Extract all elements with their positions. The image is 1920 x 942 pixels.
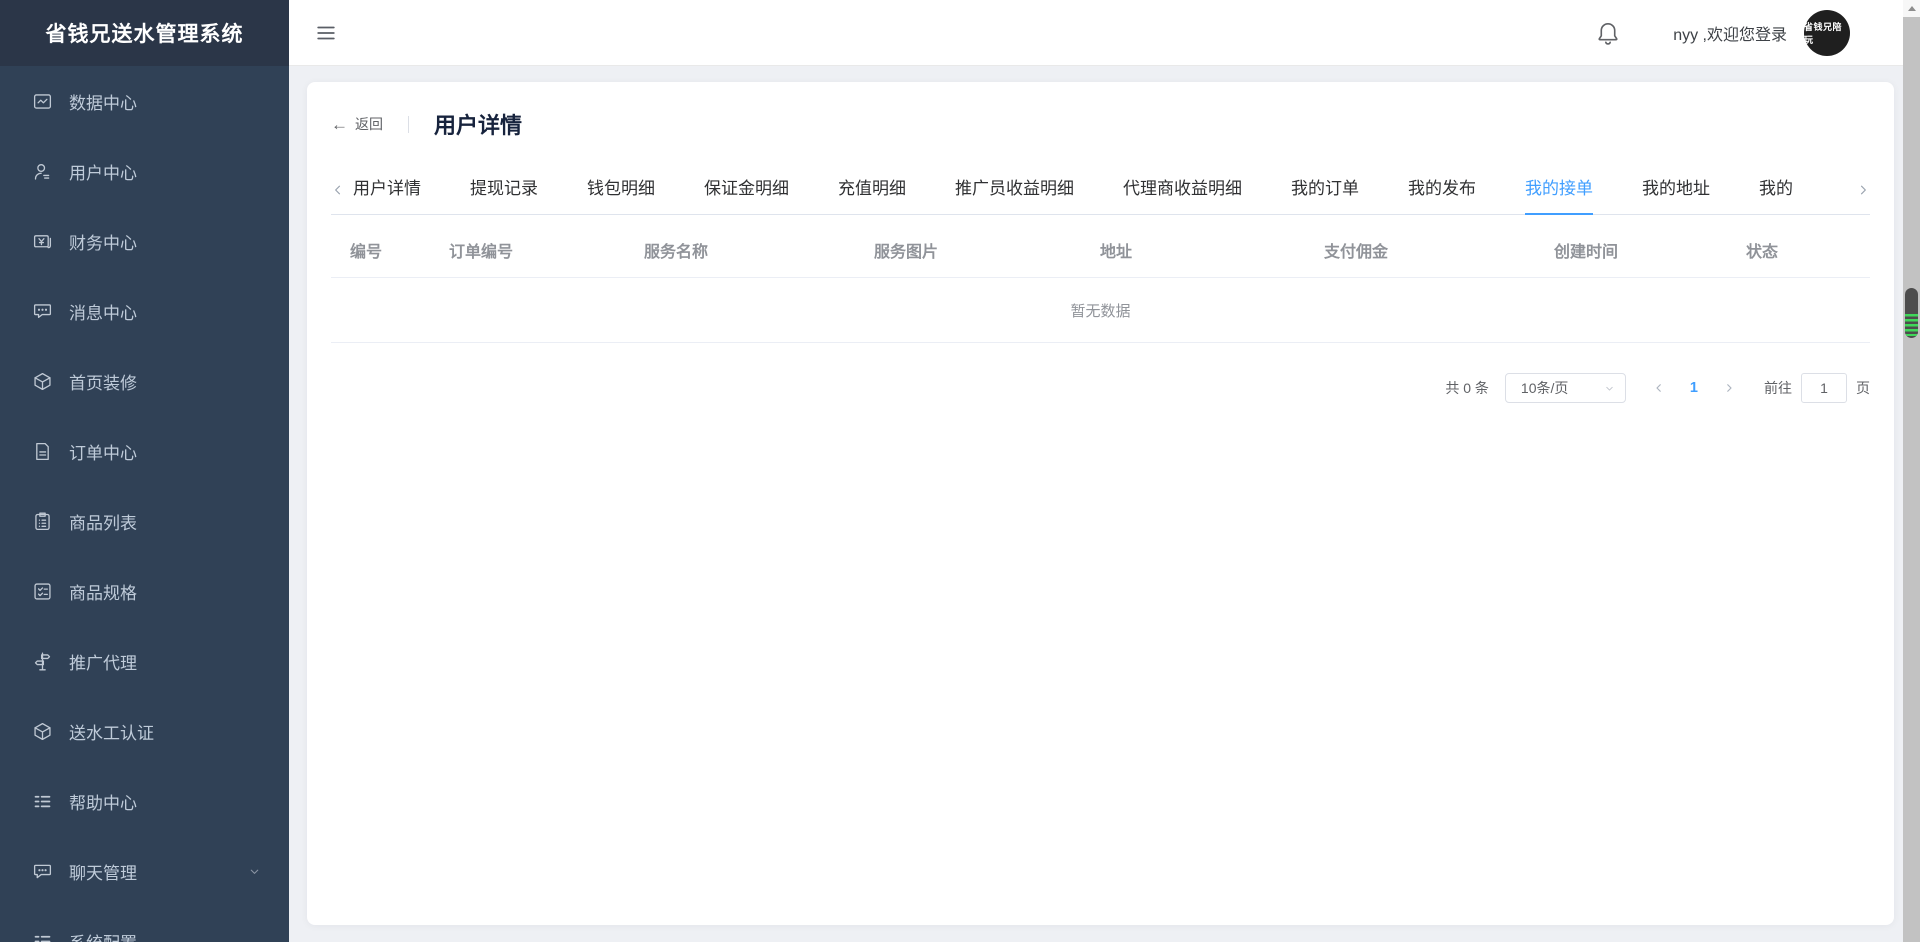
column-header: 服务图片 [873,243,938,261]
tab-recharge-detail[interactable]: 充值明细 [838,165,906,215]
topbar: nyy ,欢迎您登录 省钱兄陪玩 [289,0,1920,66]
column-header: 订单编号 [448,243,513,261]
page-size-select[interactable]: 10条/页 [1504,373,1626,403]
arrow-left-icon: ← [331,114,348,134]
goto-label: 前往 [1764,380,1792,396]
pagination-total: 共 0 条 [1445,380,1489,396]
tab-my-address[interactable]: 我的地址 [1642,165,1710,215]
column-header: 编号 [349,243,382,261]
sidebar-item-chat-management[interactable]: 聊天管理 [0,836,289,906]
page-header: ← 返回 用户详情 [331,104,1870,144]
cube-icon [32,721,53,742]
empty-text: 暂无数据 [1070,302,1131,320]
column-header: 支付佣金 [1323,243,1388,261]
tab-deposit-detail[interactable]: 保证金明细 [704,165,789,215]
promotion-icon [32,651,53,672]
tabs-bar: 用户详情 提现记录 钱包明细 保证金明细 充值明细 推广员收益明细 代理商收益明细 我的订单我… [331,165,1870,215]
hamburger-menu-icon[interactable] [315,22,337,44]
list-icon [32,931,53,942]
order-doc-icon [32,441,53,462]
page-size-value: 10条/页 [1520,380,1569,396]
spec-icon [32,581,53,602]
message-icon [32,301,53,322]
scrollbar-thumb-marks [1905,314,1918,336]
tab-agent-income[interactable]: 代理商收益明细 [1123,165,1242,215]
user-greeting: nyy ,欢迎您登录 [1673,26,1787,44]
sidebar-item-system-config[interactable]: 系统配置 [0,906,289,942]
chat-icon [32,861,53,882]
table-header-row: 编号 订单编号 服务名称 服务图片 地址 支付佣金 创建时间 状态 [331,222,1870,278]
sidebar-menu: 数据中心 用户中心 财务中心 消息中心 首页装修 订单中心 商品列表 商品规格 … [0,66,289,942]
sidebar-item-product-list[interactable]: 商品列表 [0,486,289,556]
chevron-down-icon [1604,383,1615,394]
sidebar-item-data-center[interactable]: 数据中心 [0,66,289,136]
tab-my-more[interactable]: 我的 [1759,165,1801,215]
tab-wallet-detail[interactable]: 钱包明细 [587,165,655,215]
scrollbar-up-arrow[interactable] [1903,0,1920,17]
back-button[interactable]: ← 返回 [331,114,383,134]
user-icon [32,161,53,182]
notification-bell-icon[interactable] [1595,20,1621,46]
vertical-divider [408,115,409,133]
cube-icon [32,371,53,392]
tab-user-detail[interactable]: 用户详情 [353,165,421,215]
sidebar-item-product-spec[interactable]: 商品规格 [0,556,289,626]
sidebar-item-water-worker-cert[interactable]: 送水工认证 [0,696,289,766]
tabs-list: 用户详情 提现记录 钱包明细 保证金明细 充值明细 推广员收益明细 代理商收益明细 我的订单我… [353,165,1856,215]
page-number-1[interactable]: 1 [1678,380,1710,396]
app-root: 省钱兄送水管理系统 数据中心 用户中心 财务中心 消息中心 首页装修 订单中心 … [0,0,1920,942]
data-chart-icon [32,91,53,112]
column-header: 服务名称 [643,243,708,261]
chevron-down-icon [248,865,261,878]
tab-my-accepted-orders[interactable]: 我的接单 [1525,165,1593,215]
sidebar-item-help-center[interactable]: 帮助中心 [0,766,289,836]
tab-my-orders[interactable]: 我的订单 [1291,165,1359,215]
page-title: 用户详情 [434,113,523,138]
table-empty-row: 暂无数据 [331,278,1870,343]
next-page-icon[interactable] [1723,382,1735,394]
column-header: 创建时间 [1553,243,1618,261]
tabs-scroll-right-icon[interactable] [1856,183,1870,197]
back-label: 返回 [355,116,383,132]
sidebar-item-user-center[interactable]: 用户中心 [0,136,289,206]
prev-page-icon[interactable] [1653,382,1665,394]
pager: 1 [1640,380,1748,396]
tab-my-posts[interactable]: 我的发布 [1408,165,1476,215]
main-area: nyy ,欢迎您登录 省钱兄陪玩 ← 返回 用户详情 用户详情 提现记录 钱包明… [289,0,1920,942]
tab-promoter-income[interactable]: 推广员收益明细 [955,165,1074,215]
avatar[interactable]: 省钱兄陪玩 [1804,9,1850,56]
content-card: ← 返回 用户详情 用户详情 提现记录 钱包明细 保证金明细 充值明细 推广员收益明细 代理… [307,82,1894,925]
sidebar-item-promotion-agent[interactable]: 推广代理 [0,626,289,696]
sidebar-item-order-center[interactable]: 订单中心 [0,416,289,486]
sidebar: 省钱兄送水管理系统 数据中心 用户中心 财务中心 消息中心 首页装修 订单中心 … [0,0,289,942]
scrollbar-thumb[interactable] [1905,288,1918,338]
tab-withdraw-records[interactable]: 提现记录 [470,165,538,215]
goto-page-input[interactable] [1801,373,1847,403]
sidebar-item-finance-center[interactable]: 财务中心 [0,206,289,276]
scrollbar-track[interactable] [1903,0,1920,942]
app-title: 省钱兄送水管理系统 [0,0,289,66]
pagination: 共 0 条 10条/页 1 前往 1 页 [331,373,1870,403]
tabs-scroll-left-icon[interactable] [331,183,345,197]
topbar-right: nyy ,欢迎您登录 省钱兄陪玩 [1595,9,1850,56]
clipboard-icon [32,511,53,532]
content: ← 返回 用户详情 用户详情 提现记录 钱包明细 保证金明细 充值明细 推广员收益明细 代理… [289,66,1920,942]
sidebar-item-message-center[interactable]: 消息中心 [0,276,289,346]
goto-page: 前往 页 [1764,373,1870,403]
list-icon [32,791,53,812]
finance-icon [32,231,53,252]
column-header: 状态 [1745,243,1778,261]
goto-unit: 页 [1856,380,1870,396]
column-header: 地址 [1099,243,1132,261]
sidebar-item-home-decoration[interactable]: 首页装修 [0,346,289,416]
